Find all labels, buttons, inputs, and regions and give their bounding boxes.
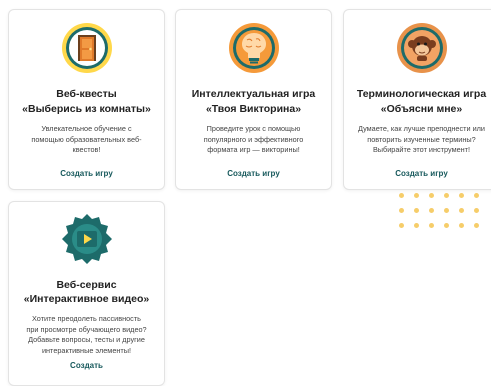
card-title-line2: «Объясни мне» [380,103,463,115]
game-card-quiz: Интеллектуальная игра «Твоя Викторина» П… [175,9,332,190]
card-title-line2: «Выберись из комнаты» [22,103,151,115]
decorative-dot [474,208,479,213]
decorative-dot [459,208,464,213]
monkey-icon [396,22,448,74]
decorative-dot [444,223,449,228]
card-description: Думаете, как лучше преподнести или повто… [358,124,485,154]
decorative-dot [444,193,449,198]
create-game-button[interactable]: Создать игру [344,169,491,178]
card-title-line1: Интеллектуальная игра [191,88,316,100]
decorative-dot [429,193,434,198]
create-button[interactable]: Создать [9,361,164,370]
card-title-line1: Веб-квесты [56,88,117,100]
video-play-icon [61,213,113,265]
card-description: Увлекательное обучение с помощью образов… [31,124,142,154]
decorative-dot [414,223,419,228]
decorative-dot [414,208,419,213]
decorative-dot-grid [391,185,491,235]
decorative-dot [444,208,449,213]
decorative-dot [414,193,419,198]
game-card-interactive-video: Веб-сервис «Интерактивное видео» Хотите … [8,201,165,386]
game-card-explain-me: Терминологическая игра «Объясни мне» Дум… [343,9,491,190]
card-title-line1: Терминологическая игра [356,88,487,100]
door-icon [61,22,113,74]
card-description: Проведите урок с помощью популярного и э… [203,124,304,154]
card-title-line2: «Интерактивное видео» [23,293,150,305]
card-description: Хотите преодолеть пассивность при просмо… [26,314,147,355]
decorative-dot [399,223,404,228]
brain-lightbulb-icon [228,22,280,74]
decorative-dot [474,193,479,198]
decorative-dot [429,208,434,213]
decorative-dot [399,193,404,198]
card-title-line1: Веб-сервис [56,279,117,291]
decorative-dot [399,208,404,213]
create-game-button[interactable]: Создать игру [9,169,164,178]
card-title-line2: «Твоя Викторина» [205,103,302,115]
decorative-dot [474,223,479,228]
decorative-dot [459,193,464,198]
game-card-web-quest: Веб-квесты «Выберись из комнаты» Увлекат… [8,9,165,190]
create-game-button[interactable]: Создать игру [176,169,331,178]
decorative-dot [429,223,434,228]
decorative-dot [459,223,464,228]
